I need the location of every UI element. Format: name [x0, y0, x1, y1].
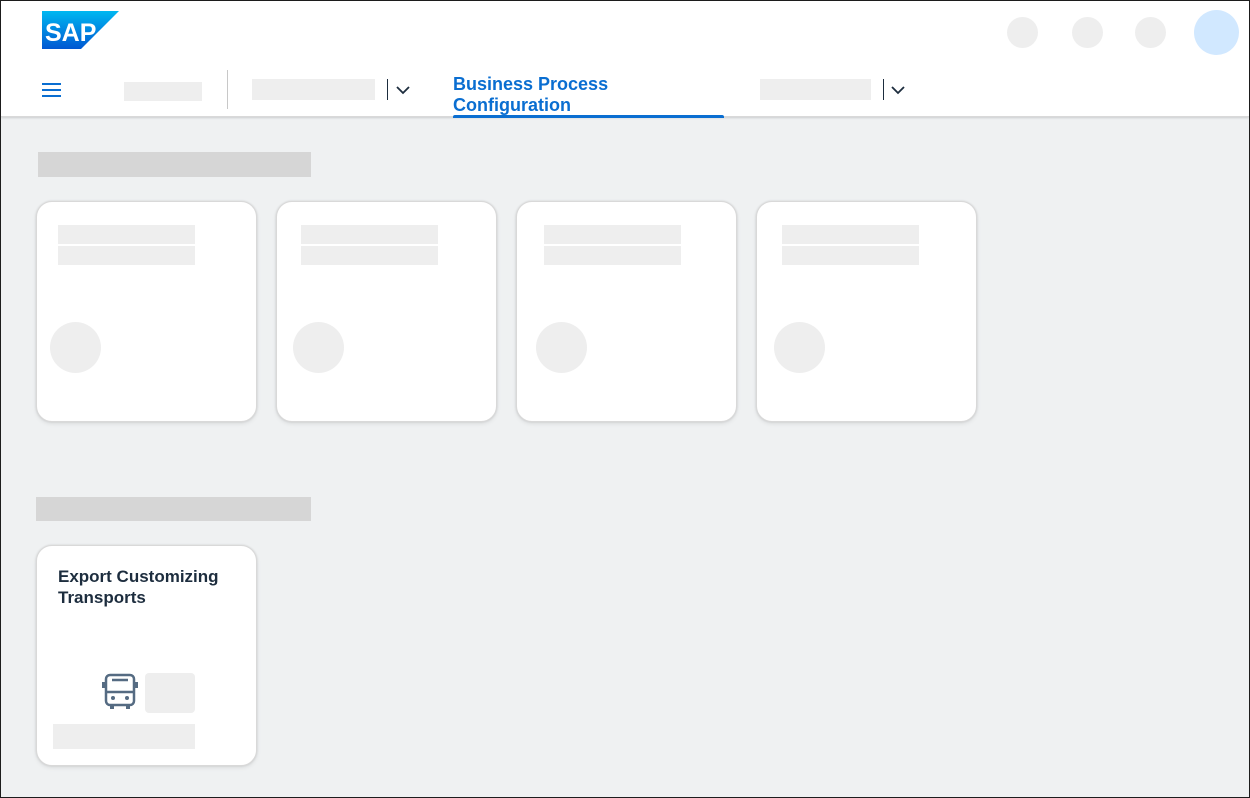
tile-icon-placeholder [536, 322, 587, 373]
nav-tab-placeholder-3[interactable] [760, 79, 871, 100]
nav-tab-separator-2 [883, 79, 884, 100]
tile-icon-placeholder [50, 322, 101, 373]
tile-placeholder-2[interactable] [276, 201, 497, 422]
tile-title-placeholder [782, 225, 919, 244]
hamburger-menu-icon[interactable] [37, 77, 67, 103]
tile-title-placeholder [544, 225, 681, 244]
tile-subtitle-placeholder [301, 246, 438, 265]
section-title-placeholder-1 [38, 152, 311, 177]
tile-placeholder-3[interactable] [516, 201, 737, 422]
nav-tab-separator-1 [387, 79, 388, 100]
tile-title-line-1: Export Customizing [58, 567, 219, 586]
nav-tab-placeholder-1[interactable] [124, 82, 202, 101]
bus-icon [102, 673, 138, 709]
tab-label: Business Process Configuration [453, 73, 609, 115]
tile-placeholder-4[interactable] [756, 201, 977, 422]
active-tab-indicator [453, 115, 724, 118]
tab-business-process-configuration[interactable]: Business Process Configuration [453, 71, 724, 118]
tile-title-placeholder [58, 225, 195, 244]
tile-subtitle-placeholder [58, 246, 195, 265]
tile-subtitle-placeholder [544, 246, 681, 265]
shell-action-2[interactable] [1072, 17, 1103, 48]
shell-header: SAP Business Process Configuration [1, 1, 1249, 118]
tile-icon-placeholder [774, 322, 825, 373]
tile-footer-placeholder [53, 724, 195, 749]
nav-divider [227, 70, 228, 109]
shell-action-3[interactable] [1135, 17, 1166, 48]
tile-subtitle-placeholder [782, 246, 919, 265]
chevron-down-icon[interactable] [887, 79, 909, 101]
tile-icon-placeholder [293, 322, 344, 373]
tile-placeholder-1[interactable] [36, 201, 257, 422]
tile-title-line-2: Transports [58, 588, 146, 607]
tile-kpi-placeholder [145, 673, 195, 713]
tile-title: Export Customizing Transports [58, 566, 243, 608]
chevron-down-icon[interactable] [392, 79, 414, 101]
tile-title-placeholder [301, 225, 438, 244]
sap-logo-text: SAP [45, 19, 96, 47]
shell-action-1[interactable] [1007, 17, 1038, 48]
sap-logo[interactable]: SAP [42, 11, 119, 49]
section-title-placeholder-2 [36, 497, 311, 521]
nav-tab-placeholder-2[interactable] [252, 79, 375, 100]
avatar[interactable] [1194, 10, 1239, 55]
export-customizing-transports-tile[interactable]: Export Customizing Transports [36, 545, 257, 766]
